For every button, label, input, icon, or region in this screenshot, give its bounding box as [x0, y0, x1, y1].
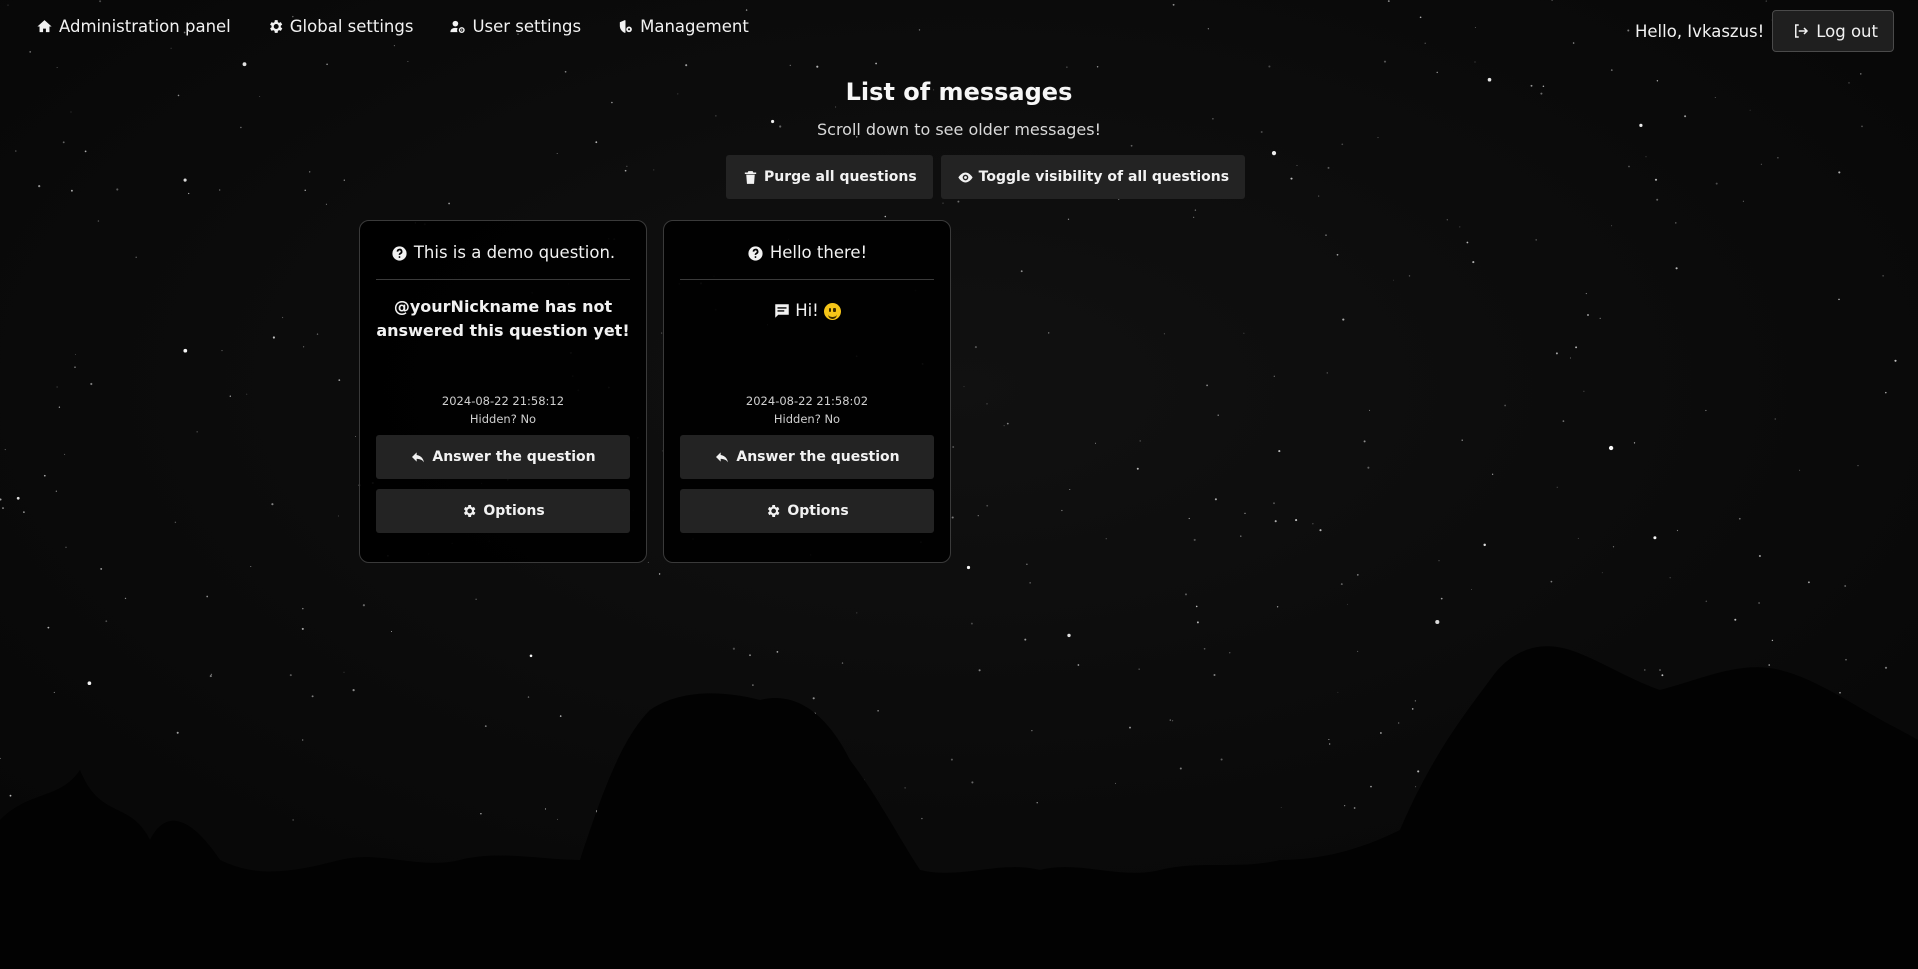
purge-all-label: Purge all questions	[764, 169, 917, 185]
purge-all-button[interactable]: Purge all questions	[726, 155, 933, 199]
nav-link-label: User settings	[472, 17, 582, 36]
card-meta: 2024-08-22 21:58:02 Hidden? No	[664, 392, 950, 428]
management-icon	[617, 18, 634, 35]
question-card: This is a demo question. @yourNickname h…	[359, 220, 647, 563]
page-title: List of messages	[845, 78, 1073, 106]
user-gear-icon	[449, 18, 466, 35]
card-question: Hello there!	[680, 243, 934, 280]
smile-emoji-icon	[823, 302, 841, 320]
logout-icon	[1795, 24, 1809, 38]
top-navbar: Administration panel Global settings Use…	[0, 0, 1918, 64]
nav-link-label: Management	[640, 17, 749, 36]
page-subtitle: Scroll down to see older messages!	[816, 120, 1101, 139]
nav-user-area: Hello, Ivkaszus! Log out	[1635, 10, 1894, 52]
card-question-text: This is a demo question.	[413, 243, 616, 262]
question-circle-icon	[392, 246, 407, 261]
card-question: This is a demo question.	[376, 243, 630, 280]
trash-icon	[744, 170, 757, 184]
gear-icon	[267, 18, 284, 35]
card-hidden-status: Hidden? No	[469, 412, 537, 426]
card-answer: Hi!	[678, 299, 936, 323]
nav-link-label: Administration panel	[59, 17, 231, 36]
toggle-visibility-label: Toggle visibility of all questions	[978, 169, 1230, 185]
answer-question-label: Answer the question	[432, 449, 596, 465]
question-card: Hello there! Hi! 2024-08-22 21:58:02 Hid…	[663, 220, 951, 563]
nav-link-management[interactable]: Management	[617, 17, 749, 36]
home-icon	[36, 18, 53, 35]
gear-icon	[464, 505, 476, 517]
nav-link-label: Global settings	[289, 17, 414, 36]
card-timestamp: 2024-08-22 21:58:12	[441, 394, 565, 408]
card-hidden-status: Hidden? No	[773, 412, 841, 426]
question-circle-icon	[748, 246, 763, 261]
options-button[interactable]: Options	[376, 489, 630, 533]
card-timestamp: 2024-08-22 21:58:02	[745, 394, 869, 408]
card-meta: 2024-08-22 21:58:12 Hidden? No	[360, 392, 646, 428]
answer-question-button[interactable]: Answer the question	[376, 435, 630, 479]
options-label: Options	[483, 503, 545, 519]
card-answer-text: Hi!	[795, 301, 819, 320]
nav-link-global-settings[interactable]: Global settings	[267, 17, 414, 36]
bulk-actions: Purge all questions Toggle visibility of…	[726, 155, 1253, 199]
options-button[interactable]: Options	[680, 489, 934, 533]
night-sky-background	[0, 0, 1918, 969]
card-question-text: Hello there!	[769, 243, 868, 262]
gear-icon	[768, 505, 780, 517]
answer-question-button[interactable]: Answer the question	[680, 435, 934, 479]
options-label: Options	[787, 503, 849, 519]
user-greeting: Hello, Ivkaszus!	[1635, 21, 1765, 41]
nav-link-administration-panel[interactable]: Administration panel	[36, 17, 231, 36]
logout-label: Log out	[1816, 21, 1878, 41]
nav-link-user-settings[interactable]: User settings	[449, 17, 581, 36]
nav-links: Administration panel Global settings Use…	[36, 17, 785, 36]
eye-icon	[958, 172, 973, 182]
toggle-visibility-button[interactable]: Toggle visibility of all questions	[940, 155, 1246, 199]
logout-button[interactable]: Log out	[1772, 10, 1894, 52]
chat-icon	[775, 304, 789, 318]
card-answer-status: @yourNickname has not answered this ques…	[376, 297, 630, 340]
answer-question-label: Answer the question	[736, 449, 900, 465]
reply-icon	[412, 452, 425, 463]
reply-icon	[716, 452, 729, 463]
